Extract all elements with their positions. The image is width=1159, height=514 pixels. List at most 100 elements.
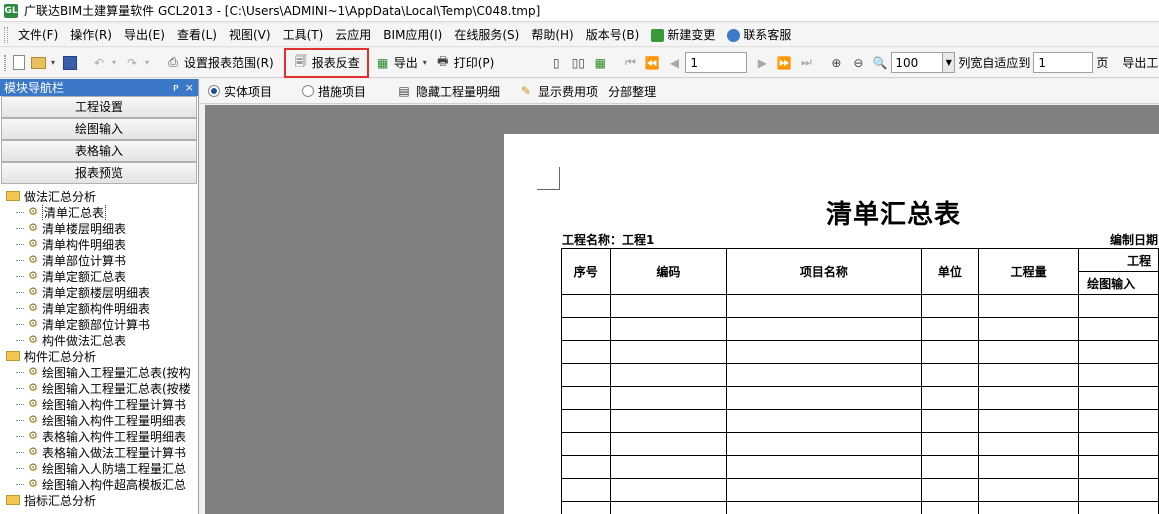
tree-item[interactable]: ⚙ 清单定额楼层明细表 [6, 284, 198, 300]
menu-view[interactable]: 视图(V) [223, 25, 277, 45]
pin-icon[interactable]: ᴘ [173, 81, 179, 94]
zoom-button[interactable]: 🔍 [869, 51, 891, 75]
zoom-select[interactable]: ▼ [891, 52, 956, 73]
menu-help[interactable]: 帮助(H) [525, 25, 579, 45]
open-file-button[interactable]: ▾ [28, 51, 60, 75]
set-range-button[interactable]: ⎙ 设置报表范围(R) [162, 51, 277, 75]
zoom-in-button[interactable]: ⊕ [825, 51, 847, 75]
tree-item[interactable]: ⚙ 绘图输入构件工程量计算书 [6, 396, 198, 412]
close-icon[interactable]: × [185, 81, 194, 94]
tree-item[interactable]: ⚙ 清单部位计算书 [6, 252, 198, 268]
new-file-button[interactable] [10, 51, 28, 75]
nav-section-table-input[interactable]: 表格输入 [1, 140, 197, 162]
tree-item[interactable]: ⚙ 绘图输入工程量汇总表(按楼 [6, 380, 198, 396]
gear-icon: ⚙ [28, 461, 38, 474]
set-range-label: 设置报表范围(R) [184, 56, 274, 70]
menu-operate[interactable]: 操作(R) [64, 25, 118, 45]
nav-section-project-settings[interactable]: 工程设置 [1, 96, 197, 118]
nav-section-report-preview[interactable]: 报表预览 [1, 162, 197, 184]
single-page-button[interactable]: ▯ [545, 51, 567, 75]
menu-view-l[interactable]: 查看(L) [171, 25, 223, 45]
first-page-button[interactable]: ⏮ [619, 51, 641, 75]
show-cost-button[interactable]: ✎ 显示费用项 [518, 83, 598, 100]
gear-icon: ⚙ [28, 413, 38, 426]
redo-button[interactable]: ↷ ▾ [121, 51, 154, 75]
two-page-button[interactable]: ▯▯ [567, 51, 589, 75]
menu-online[interactable]: 在线服务(S) [448, 25, 525, 45]
tree-item[interactable]: ⚙ 清单定额汇总表 [6, 268, 198, 284]
tree-item[interactable]: ⚙ 清单楼层明细表 [6, 220, 198, 236]
tree-item[interactable]: ⚙ 绘图输入构件工程量明细表 [6, 412, 198, 428]
prev-icon: ◀ [669, 55, 679, 70]
report-lookup-button[interactable]: 🗐 报表反查 [283, 47, 369, 78]
tree-folder[interactable]: 构件汇总分析 [6, 348, 198, 364]
prev-fast-button[interactable]: ⏪ [641, 51, 663, 75]
tree-item[interactable]: ⚙ 清单汇总表 [6, 204, 198, 220]
tree-item[interactable]: ⚙ 绘图输入人防墙工程量汇总 [6, 460, 198, 476]
page-number-input[interactable] [685, 52, 748, 73]
fit-columns-input[interactable] [1033, 52, 1094, 73]
tree-folder[interactable]: 做法汇总分析 [6, 188, 198, 204]
tree-item-label: 清单楼层明细表 [42, 221, 127, 236]
radio-measure-items[interactable]: 措施项目 [302, 83, 366, 100]
tree-folder[interactable]: 指标汇总分析 [6, 492, 198, 508]
menu-cloud[interactable]: 云应用 [329, 25, 377, 45]
section-sort-button[interactable]: 分部整理 [608, 83, 656, 100]
radio-measure-label: 措施项目 [318, 84, 367, 99]
tree-item[interactable]: ⚙ 表格输入构件工程量明细表 [6, 428, 198, 444]
tree-connector [16, 371, 24, 373]
tree-item[interactable]: ⚙ 绘图输入构件超高模板汇总 [6, 476, 198, 492]
tree-connector [16, 323, 24, 325]
radio-entity-items[interactable]: 实体项目 [208, 83, 272, 100]
save-button[interactable] [60, 51, 80, 75]
fit-label: 列宽自适应到 [958, 56, 1031, 70]
tree-item[interactable]: ⚙ 构件做法汇总表 [6, 332, 198, 348]
module-nav-panel: 模块导航栏 ᴘ × 工程设置 绘图输入 表格输入 报表预览 做法汇总分析 ⚙ 清单… [0, 79, 199, 514]
report-canvas[interactable]: 清单汇总表 工程名称：工程1 编制日期 序号 编码 项目名称 单位 工程量 工程… [205, 105, 1159, 514]
undo-button[interactable]: ↶ ▾ [88, 51, 121, 75]
tree-item-label: 表格输入做法工程量计算书 [42, 445, 187, 460]
last-page-button[interactable]: ⏭ [795, 51, 817, 75]
report-title: 清单汇总表 [826, 200, 962, 230]
tree-folder-label: 做法汇总分析 [24, 189, 97, 204]
menu-export[interactable]: 导出(E) [118, 25, 171, 45]
new-change-button[interactable]: 新建变更 [645, 25, 721, 45]
contact-button[interactable]: 联系客服 [721, 25, 797, 45]
tree-item-label: 清单定额汇总表 [42, 269, 127, 284]
zoom-out-button[interactable]: ⊖ [847, 51, 869, 75]
nav-header-title: 模块导航栏 [4, 81, 65, 95]
hide-detail-button[interactable]: ▤ 隐藏工程量明细 [396, 83, 500, 100]
export-label: 导出 [393, 56, 418, 70]
zoom-in-icon: ⊕ [831, 55, 842, 70]
menu-tools[interactable]: 工具(T) [277, 25, 330, 45]
rewind-icon: ⏪ [644, 55, 660, 70]
tree-item[interactable]: ⚙ 绘图输入工程量汇总表(按构 [6, 364, 198, 380]
next-page-button[interactable]: ▶ [751, 51, 773, 75]
chevron-down-icon[interactable]: ▼ [942, 53, 955, 72]
export-button[interactable]: ▦ 导出 ▾ [372, 51, 432, 75]
menu-bim[interactable]: BIM应用(I) [377, 25, 448, 45]
zoom-value-input[interactable] [892, 53, 943, 72]
radio-unselected-icon [302, 85, 315, 97]
next-fast-button[interactable]: ⏩ [773, 51, 795, 75]
tree-item[interactable]: ⚙ 清单定额部位计算书 [6, 316, 198, 332]
tree-item[interactable]: ⚙ 表格输入做法工程量计算书 [6, 444, 198, 460]
tree-item[interactable]: ⚙ 清单构件明细表 [6, 236, 198, 252]
save-icon [63, 55, 77, 70]
tree-item-label: 构件做法汇总表 [42, 333, 127, 348]
fast-forward-icon: ⏩ [776, 55, 792, 70]
menu-version[interactable]: 版本号(B) [580, 25, 646, 45]
menu-file[interactable]: 文件(F) [12, 25, 64, 45]
multi-page-button[interactable]: ▦ [589, 51, 611, 75]
table-row [561, 317, 1159, 341]
prev-page-button[interactable]: ◀ [663, 51, 685, 75]
col-header-code: 编码 [609, 248, 728, 295]
export-project-button[interactable]: 导出工程 [1119, 51, 1159, 75]
gear-icon: ⚙ [28, 429, 38, 442]
radio-selected-icon [208, 85, 220, 97]
compile-date-label: 编制日期 [1110, 233, 1159, 247]
tree-item[interactable]: ⚙ 清单定额构件明细表 [6, 300, 198, 316]
nav-section-drawing-input[interactable]: 绘图输入 [1, 118, 197, 140]
toolbar-grip [4, 54, 6, 71]
print-button[interactable]: 🖶 打印(P) [432, 51, 498, 75]
